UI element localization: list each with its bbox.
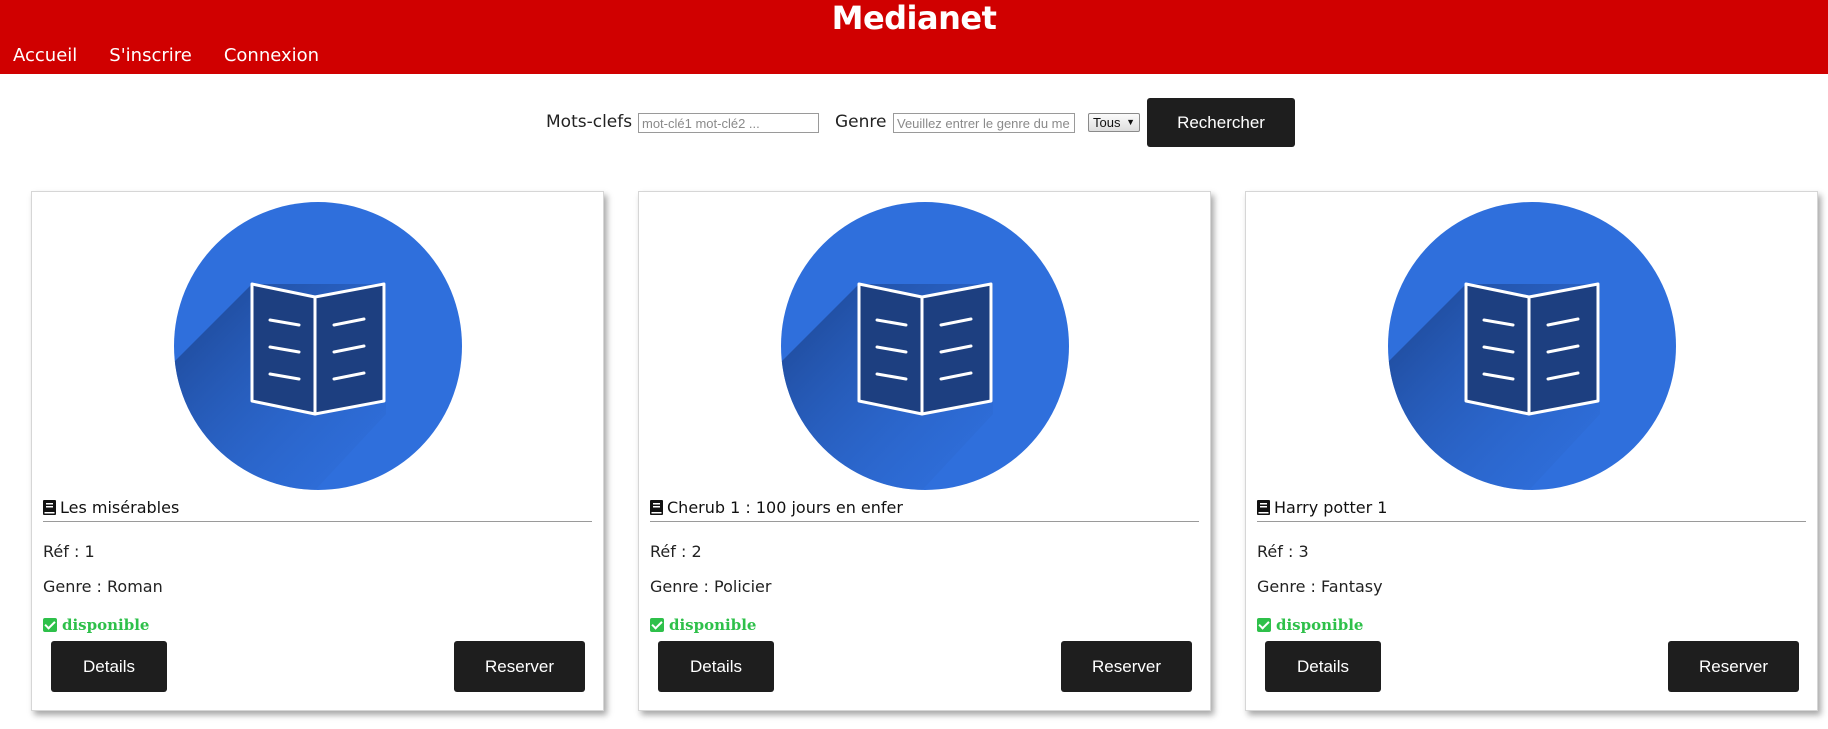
search-bar: Mots-clefs Genre Tous ▼ Rechercher [0,98,1828,148]
details-button[interactable]: Details [658,641,774,692]
main-nav: Accueil S'inscrire Connexion [13,44,319,68]
availability-status: disponible [1257,616,1363,634]
check-square-icon [650,618,664,632]
book-icon [43,500,56,515]
details-button[interactable]: Details [51,641,167,692]
details-button[interactable]: Details [1265,641,1381,692]
open-book-icon [174,202,462,490]
genre-input[interactable] [893,113,1075,133]
book-icon [1257,500,1270,515]
site-header: Medianet Accueil S'inscrire Connexion [0,0,1828,74]
availability-text: disponible [1276,616,1364,634]
nav-accueil[interactable]: Accueil [13,44,77,68]
reserve-button[interactable]: Reserver [1061,641,1192,692]
reserve-button[interactable]: Reserver [1668,641,1799,692]
item-ref: Réf : 3 [1257,542,1309,561]
item-title-text: Harry potter 1 [1274,498,1388,517]
brand-title: Medianet [831,0,997,37]
item-title-text: Les misérables [60,498,180,517]
book-icon [650,500,663,515]
keywords-label: Mots-clefs [546,112,633,132]
item-title: Harry potter 1 [1257,498,1806,522]
item-title: Les misérables [43,498,592,522]
open-book-icon [1388,202,1676,490]
nav-sinscrire[interactable]: S'inscrire [109,44,192,68]
media-card: Harry potter 1 Réf : 3 Genre : Fantasy d… [1245,191,1818,711]
item-genre: Genre : Roman [43,577,163,596]
search-button[interactable]: Rechercher [1147,98,1295,147]
availability-status: disponible [650,616,756,634]
availability-status: disponible [43,616,149,634]
reserve-button[interactable]: Reserver [454,641,585,692]
open-book-icon [781,202,1069,490]
item-title-text: Cherub 1 : 100 jours en enfer [667,498,903,517]
item-genre: Genre : Fantasy [1257,577,1383,596]
item-title: Cherub 1 : 100 jours en enfer [650,498,1199,522]
chevron-down-icon: ▼ [1126,117,1135,127]
check-square-icon [43,618,57,632]
media-card: Les misérables Réf : 1 Genre : Roman dis… [31,191,604,711]
genre-label: Genre [835,112,887,132]
type-select[interactable]: Tous ▼ [1088,113,1140,132]
keywords-input[interactable] [638,113,819,133]
type-select-value: Tous [1093,115,1121,130]
availability-text: disponible [62,616,150,634]
check-square-icon [1257,618,1271,632]
availability-text: disponible [669,616,757,634]
item-ref: Réf : 1 [43,542,95,561]
item-genre: Genre : Policier [650,577,772,596]
item-ref: Réf : 2 [650,542,702,561]
nav-connexion[interactable]: Connexion [224,44,319,68]
media-card: Cherub 1 : 100 jours en enfer Réf : 2 Ge… [638,191,1211,711]
